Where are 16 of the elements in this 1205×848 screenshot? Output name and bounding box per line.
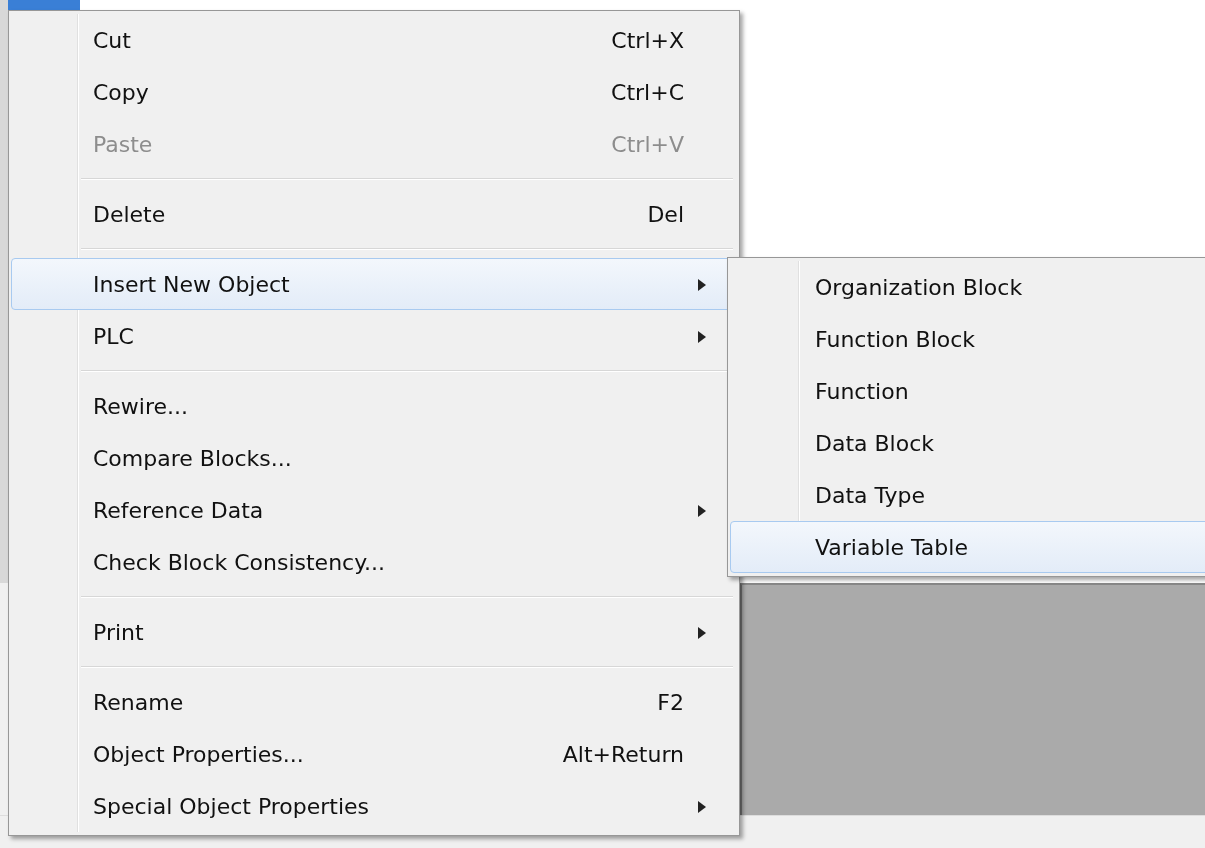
- tree-item-highlight[interactable]: [8, 0, 80, 10]
- menu-item[interactable]: Rename F2: [11, 676, 737, 728]
- submenu-arrow-icon: [698, 627, 706, 639]
- menu-item[interactable]: Object Properties... Alt+Return: [11, 728, 737, 780]
- menu-item[interactable]: Delete Del: [11, 188, 737, 240]
- menu-item[interactable]: Function: [730, 365, 1205, 417]
- menu-item[interactable]: Variable Table: [730, 521, 1205, 573]
- submenu-arrow-icon: [698, 801, 706, 813]
- submenu-arrow-icon: [698, 505, 706, 517]
- menu-item[interactable]: Print: [11, 606, 737, 658]
- submenu-arrow-icon: [698, 279, 706, 291]
- menu-item[interactable]: Special Object Properties: [11, 780, 737, 832]
- menu-item[interactable]: Cut Ctrl+X: [11, 14, 737, 66]
- menu-item[interactable]: Copy Ctrl+C: [11, 66, 737, 118]
- menu-item[interactable]: Data Block: [730, 417, 1205, 469]
- submenu-arrow-icon: [698, 331, 706, 343]
